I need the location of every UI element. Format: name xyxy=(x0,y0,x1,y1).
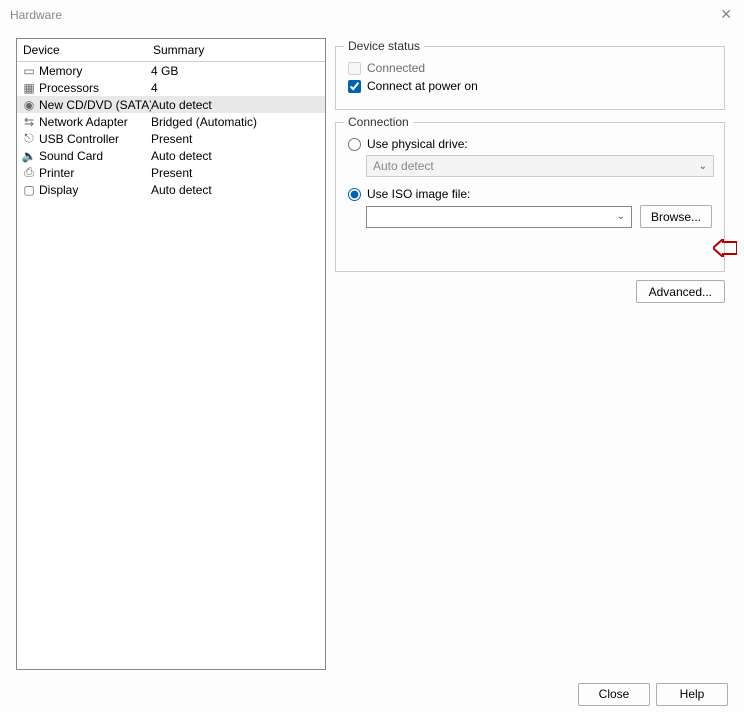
window-title: Hardware xyxy=(10,8,62,22)
device-row[interactable]: ▦Processors4 xyxy=(17,79,325,96)
device-name: Processors xyxy=(39,81,151,95)
device-list[interactable]: ▭Memory4 GB▦Processors4◉New CD/DVD (SATA… xyxy=(17,62,325,198)
device-list-panel: Device Summary ▭Memory4 GB▦Processors4◉N… xyxy=(16,38,326,670)
close-button[interactable]: Close xyxy=(578,683,650,706)
device-row[interactable]: ◉New CD/DVD (SATA)Auto detect xyxy=(17,96,325,113)
device-status-legend: Device status xyxy=(344,39,424,53)
device-summary: Auto detect xyxy=(151,149,321,163)
device-name: New CD/DVD (SATA) xyxy=(39,98,151,112)
network-icon: ⇆ xyxy=(21,115,37,129)
device-name: Memory xyxy=(39,64,151,78)
device-summary: 4 GB xyxy=(151,64,321,78)
device-name: Display xyxy=(39,183,151,197)
connected-label: Connected xyxy=(367,61,425,75)
content-area: Device Summary ▭Memory4 GB▦Processors4◉N… xyxy=(0,30,744,674)
connection-legend: Connection xyxy=(344,115,413,129)
use-iso-image-label: Use ISO image file: xyxy=(367,187,470,201)
header-summary[interactable]: Summary xyxy=(153,43,319,57)
device-row[interactable]: ⇆Network AdapterBridged (Automatic) xyxy=(17,113,325,130)
header-device[interactable]: Device xyxy=(23,43,153,57)
device-status-group: Device status Connected Connect at power… xyxy=(335,46,725,110)
device-list-header: Device Summary xyxy=(17,39,325,62)
chevron-down-icon: ⌄ xyxy=(699,161,707,172)
device-name: Network Adapter xyxy=(39,115,151,129)
disc-icon: ◉ xyxy=(21,98,37,112)
help-button[interactable]: Help xyxy=(656,683,728,706)
connected-checkbox[interactable] xyxy=(348,62,361,75)
display-icon: ▢ xyxy=(21,183,37,197)
advanced-button-row: Advanced... xyxy=(335,280,725,303)
device-summary: Auto detect xyxy=(151,98,321,112)
titlebar: Hardware ✕ xyxy=(0,0,744,30)
device-name: USB Controller xyxy=(39,132,151,146)
browse-button[interactable]: Browse... xyxy=(640,205,712,228)
device-summary: Present xyxy=(151,166,321,180)
cpu-icon: ▦ xyxy=(21,81,37,95)
device-row[interactable]: ▭Memory4 GB xyxy=(17,62,325,79)
chevron-down-icon: ⌄ xyxy=(617,211,625,222)
dialog-footer: Close Help xyxy=(0,676,744,712)
iso-path-combobox[interactable]: ⌄ xyxy=(366,206,632,228)
usb-icon: ⎋ xyxy=(21,132,37,146)
physical-drive-value: Auto detect xyxy=(373,159,434,173)
device-row[interactable]: ▢DisplayAuto detect xyxy=(17,181,325,198)
device-summary: Bridged (Automatic) xyxy=(151,115,321,129)
device-row[interactable]: ⎋USB ControllerPresent xyxy=(17,130,325,147)
use-physical-drive-radio[interactable] xyxy=(348,138,361,151)
device-summary: Auto detect xyxy=(151,183,321,197)
sound-icon: 🔈 xyxy=(21,149,37,163)
connect-at-power-on-checkbox[interactable] xyxy=(348,80,361,93)
device-name: Sound Card xyxy=(39,149,151,163)
device-summary: Present xyxy=(151,132,321,146)
use-iso-image-radio[interactable] xyxy=(348,188,361,201)
device-row[interactable]: ⎙PrinterPresent xyxy=(17,164,325,181)
device-name: Printer xyxy=(39,166,151,180)
connect-at-power-on-label: Connect at power on xyxy=(367,79,478,93)
device-summary: 4 xyxy=(151,81,321,95)
connection-group: Connection Use physical drive: Auto dete… xyxy=(335,122,725,272)
memory-icon: ▭ xyxy=(21,64,37,78)
physical-drive-select: Auto detect ⌄ xyxy=(366,155,714,177)
close-icon[interactable]: ✕ xyxy=(720,6,732,23)
printer-icon: ⎙ xyxy=(21,166,37,180)
use-physical-drive-label: Use physical drive: xyxy=(367,137,468,151)
advanced-button[interactable]: Advanced... xyxy=(636,280,725,303)
device-row[interactable]: 🔈Sound CardAuto detect xyxy=(17,147,325,164)
